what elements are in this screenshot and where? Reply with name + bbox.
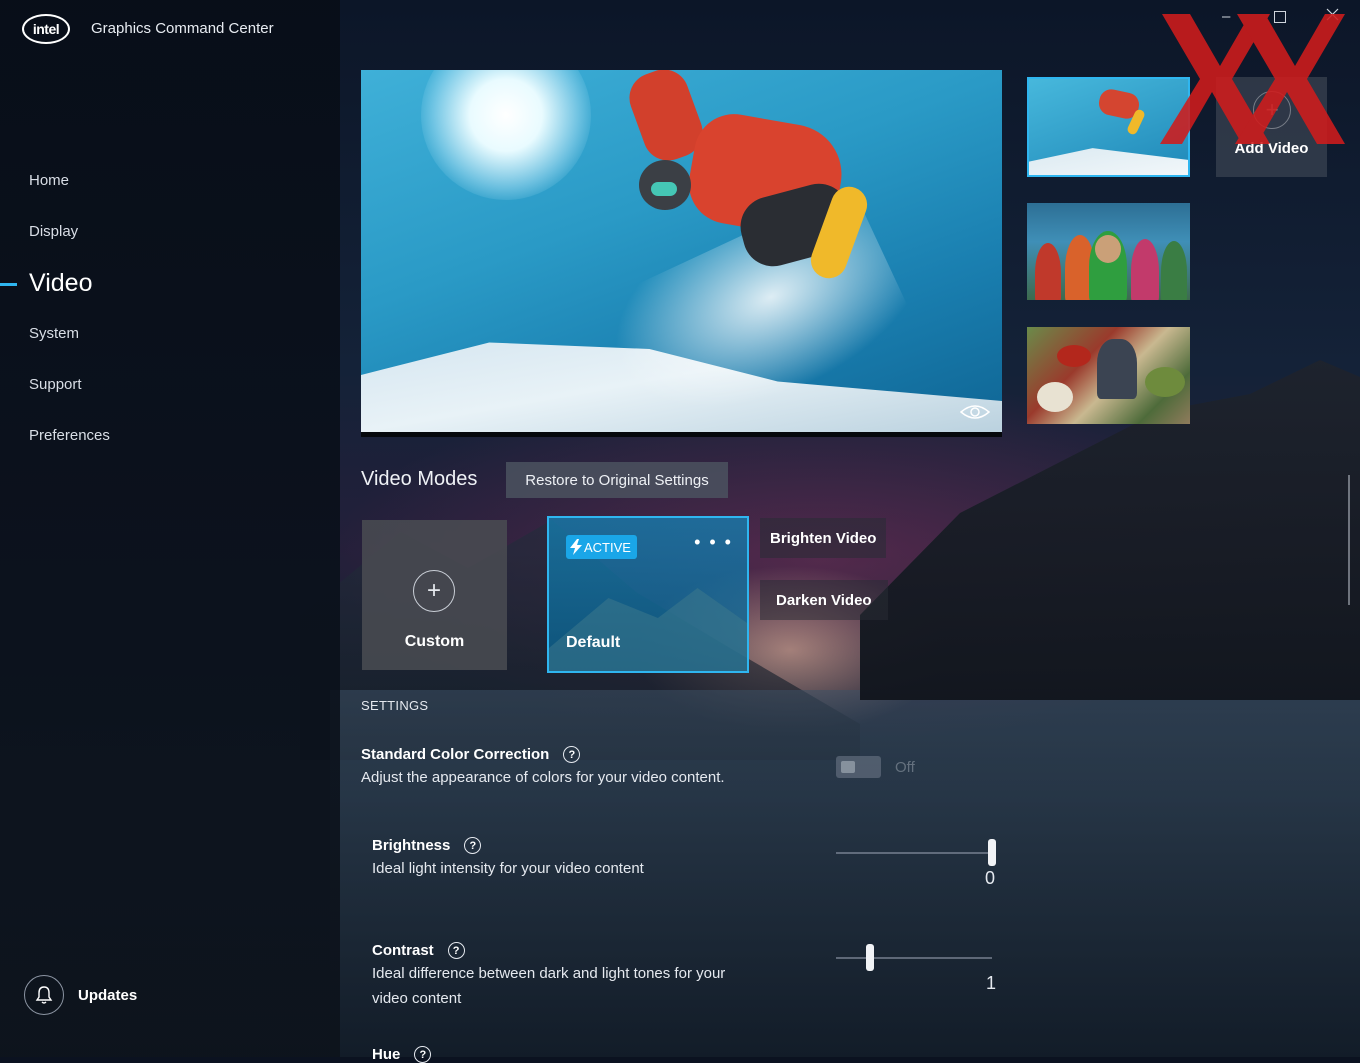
hue-label: Hue [372,1046,401,1063]
brightness-value: 0 [985,868,996,888]
nav-item-system[interactable]: System [0,318,300,369]
xx-watermark [1160,14,1345,144]
video-preview[interactable] [361,70,1002,437]
preview-sun [421,70,591,200]
bell-icon [24,975,64,1015]
standard-color-correction-description: Adjust the appearance of colors for your… [361,769,725,786]
preview-goggles [651,182,677,196]
help-icon[interactable]: ? [414,1046,432,1063]
intel-logo: intel [22,14,70,44]
thumbnail-produce [1145,367,1185,397]
logo-text: intel [32,21,60,37]
brightness-label: Brightness [372,837,451,854]
thumbnail-vendor [1097,339,1137,399]
contrast-description: Ideal difference between dark and light … [372,961,725,1011]
settings-section-label: SETTINGS [361,698,429,713]
add-mode-icon: + [413,570,455,612]
video-thumbnail-crowd[interactable] [1027,203,1190,300]
toggle-state-label: Off [895,759,915,776]
updates-button[interactable]: Updates [24,975,137,1015]
nav-item-preferences[interactable]: Preferences [0,420,300,471]
mode-default-label: Default [566,634,621,651]
active-badge: ACTIVE [566,535,637,559]
mode-custom-label: Custom [404,633,465,650]
eye-icon[interactable] [959,403,991,426]
nav-menu: Home Display Video System Support Prefer… [0,165,300,471]
mode-card-darken[interactable]: Darken Video [760,580,888,620]
brightness-title: Brightness ? [372,837,482,854]
contrast-value: 1 [986,973,997,993]
contrast-description-line1: Ideal difference between dark and light … [372,965,726,982]
thumbnail-face [1095,235,1121,263]
mode-card-brighten[interactable]: Brighten Video [760,518,887,558]
standard-color-correction-title: Standard Color Correction ? [361,746,581,763]
brightness-description: Ideal light intensity for your video con… [372,860,644,877]
brightness-slider-track[interactable] [836,852,992,854]
mode-brighten-label: Brighten Video [770,529,877,547]
more-options-icon[interactable]: • • • [694,532,733,553]
nav-item-video[interactable]: Video [0,267,300,318]
nav-item-home[interactable]: Home [0,165,300,216]
thumbnail-produce [1037,382,1073,412]
contrast-description-line2: video content [372,990,462,1007]
contrast-slider-track[interactable] [836,957,992,959]
standard-color-correction-label: Standard Color Correction [361,746,550,763]
thumbnail-person [1131,239,1159,300]
standard-color-correction-toggle[interactable] [836,756,881,778]
active-badge-label: ACTIVE [584,539,631,555]
mode-card-default[interactable]: ACTIVE • • • Default [547,516,749,673]
hue-title: Hue ? [372,1046,432,1063]
help-icon[interactable]: ? [447,942,465,959]
app-title: Graphics Command Center [91,20,274,37]
scrollbar[interactable] [1348,475,1350,605]
thumbnail-produce [1057,345,1091,367]
help-icon[interactable]: ? [563,746,581,763]
brightness-slider-thumb[interactable] [988,839,996,866]
contrast-label: Contrast [372,942,434,959]
restore-original-settings-button[interactable]: Restore to Original Settings [506,462,728,498]
sidebar: intel Graphics Command Center Home Displ… [0,0,340,1057]
mode-card-custom[interactable]: + Custom [362,520,507,670]
mode-darken-label: Darken Video [776,591,872,609]
video-thumbnail-market[interactable] [1027,327,1190,424]
video-modes-title: Video Modes [361,468,478,490]
nav-item-support[interactable]: Support [0,369,300,420]
mode-card-image [549,588,747,671]
thumbnail-person [1035,243,1061,300]
help-icon[interactable]: ? [464,837,482,854]
lightning-icon [570,539,582,555]
thumbnail-person [1161,241,1187,300]
contrast-slider-thumb[interactable] [866,944,875,971]
contrast-title: Contrast ? [372,942,465,959]
updates-label: Updates [78,986,138,1004]
nav-item-display[interactable]: Display [0,216,300,267]
